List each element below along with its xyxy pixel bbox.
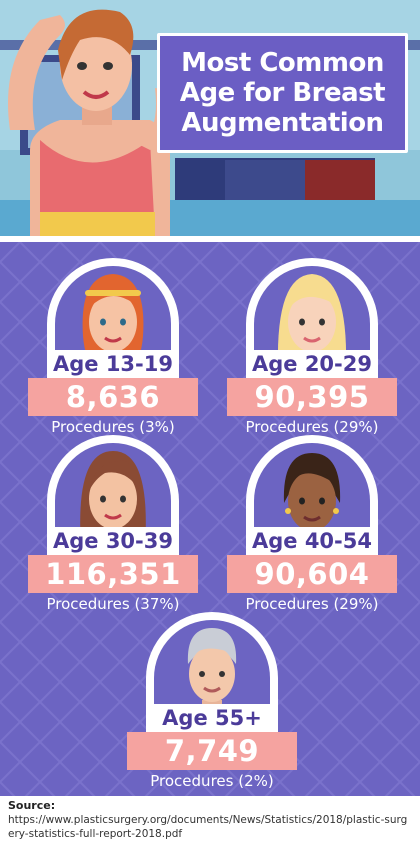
age-label: Age 40-54 — [246, 527, 378, 555]
age-label: Age 30-39 — [47, 527, 179, 555]
procedure-count: 90,395 — [227, 378, 397, 416]
procedure-count: 7,749 — [127, 732, 297, 770]
main-panel: Age 13-19 8,636 Procedures (3%) Age 20-2… — [0, 242, 420, 796]
header-illustration: Most Common Age for Breast Augmentation — [0, 0, 420, 236]
age-card: Age 30-39 116,351 Procedures (37%) — [22, 435, 202, 613]
procedure-count: 90,604 — [227, 555, 397, 593]
age-label: Age 20-29 — [246, 350, 378, 378]
source-label: Source: — [8, 799, 56, 812]
title-box: Most Common Age for Breast Augmentation — [157, 33, 408, 153]
procedure-count: 116,351 — [28, 555, 198, 593]
procedure-percent: Procedures (2%) — [150, 772, 274, 790]
infographic: Most Common Age for Breast Augmentation — [0, 0, 420, 848]
age-label: Age 55+ — [146, 704, 278, 732]
procedure-percent: Procedures (37%) — [46, 595, 180, 613]
procedure-count: 8,636 — [28, 378, 198, 416]
source-url: https://www.plasticsurgery.org/documents… — [8, 814, 408, 840]
age-label: Age 13-19 — [47, 350, 179, 378]
page-title: Most Common Age for Breast Augmentation — [179, 48, 386, 138]
age-card: Age 40-54 90,604 Procedures (29%) — [221, 435, 401, 613]
age-card: Age 13-19 8,636 Procedures (3%) — [22, 258, 202, 436]
age-card: Age 55+ 7,749 Procedures (2%) — [121, 612, 301, 790]
source-section: Source: https://www.plasticsurgery.org/d… — [0, 796, 420, 848]
procedure-percent: Procedures (29%) — [245, 418, 379, 436]
age-card: Age 20-29 90,395 Procedures (29%) — [221, 258, 401, 436]
procedure-percent: Procedures (29%) — [245, 595, 379, 613]
procedure-percent: Procedures (3%) — [51, 418, 175, 436]
